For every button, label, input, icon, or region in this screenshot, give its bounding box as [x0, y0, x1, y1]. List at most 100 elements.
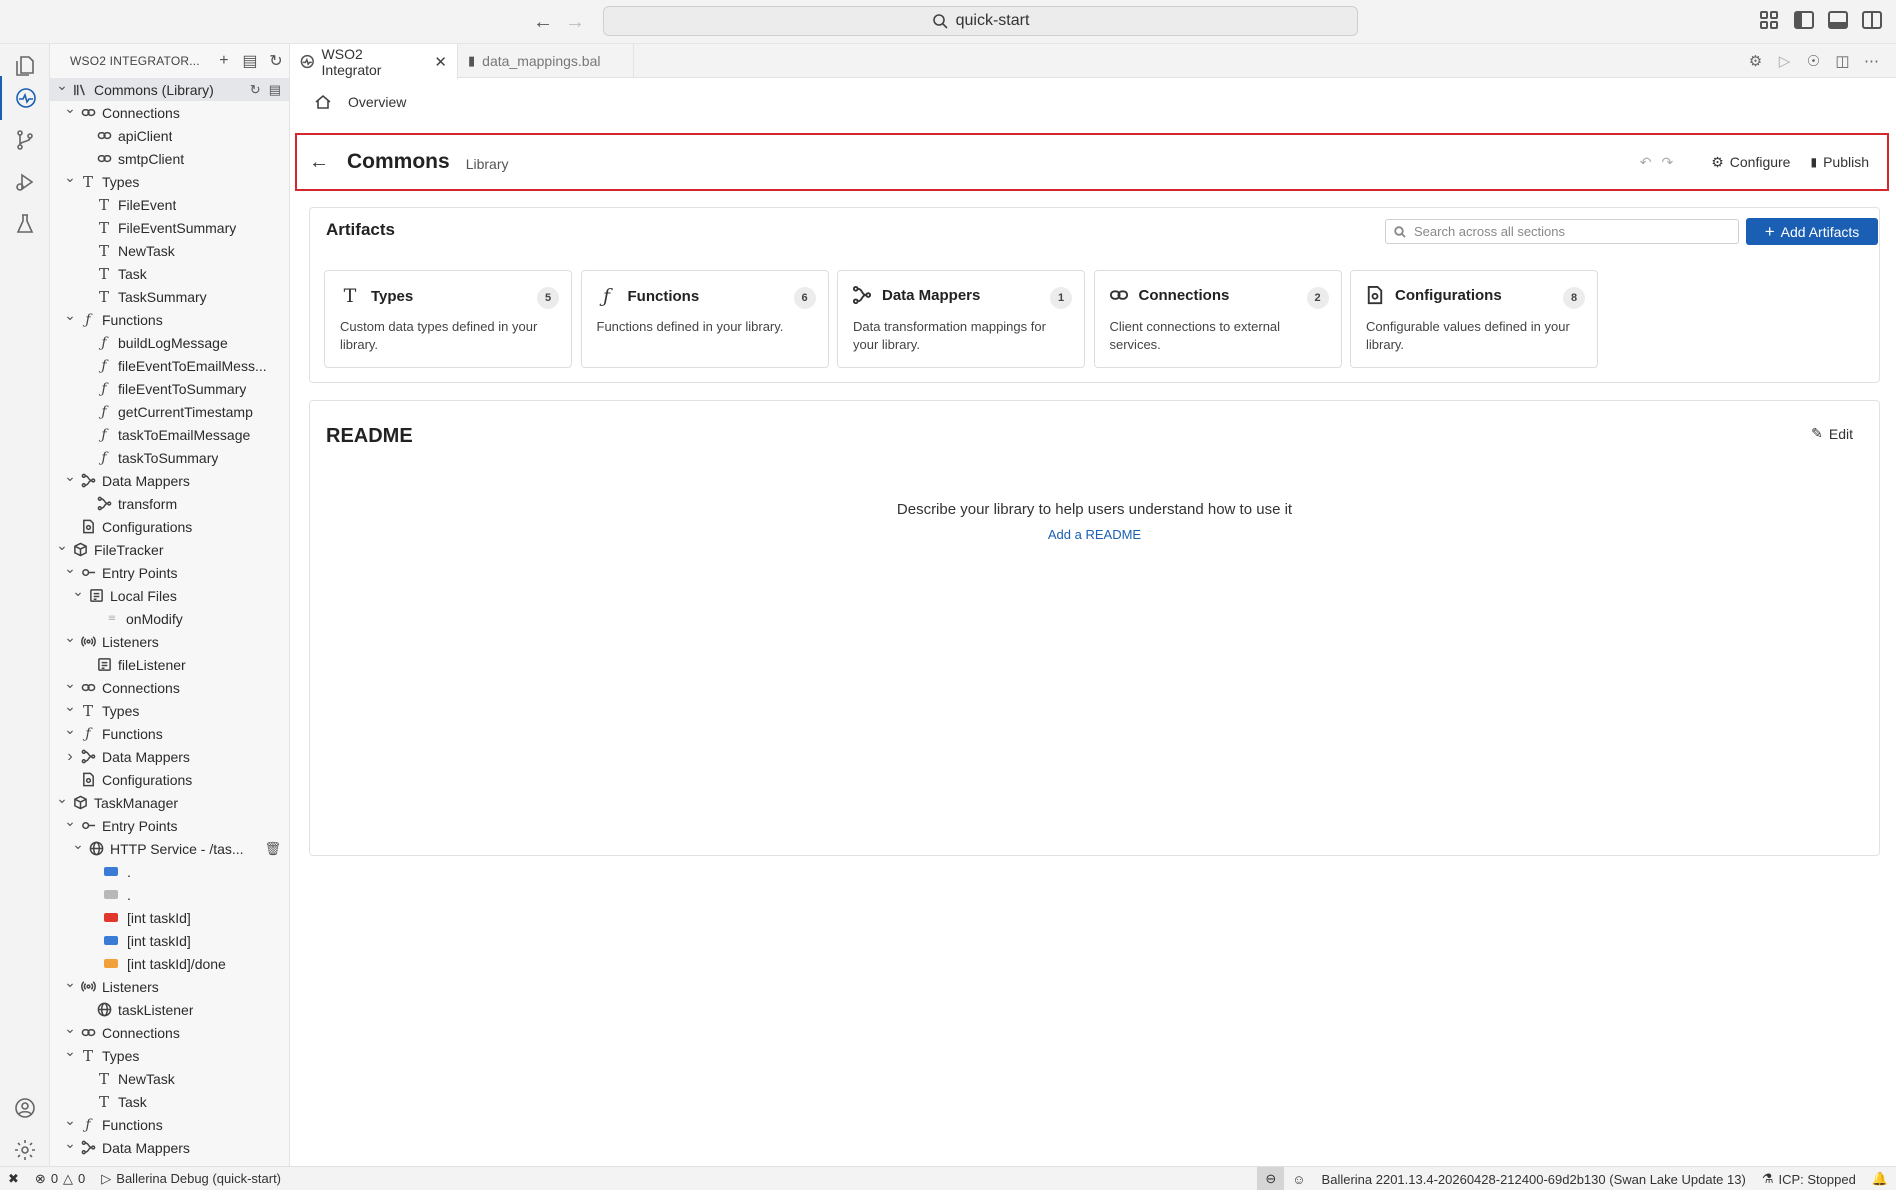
tree-item[interactable]: .: [50, 860, 289, 883]
remote-indicator[interactable]: ✖: [0, 1167, 27, 1190]
tree-item[interactable]: ⌄ Entry Points: [50, 813, 289, 837]
search-input[interactable]: Search across all sections: [1385, 219, 1739, 244]
tree-item[interactable]: ⌄ T Types: [50, 169, 289, 193]
tree-item[interactable]: ⌄ Connections: [50, 675, 289, 699]
add-readme-link[interactable]: Add a README: [310, 527, 1879, 542]
tree-item[interactable]: ⌄ FileTracker: [50, 537, 289, 561]
chevron-down-icon[interactable]: ⌄: [64, 100, 76, 117]
tree-item[interactable]: ⌄ Data Mappers: [50, 468, 289, 492]
chevron-down-icon[interactable]: ⌄: [64, 307, 76, 324]
chevron-down-icon[interactable]: ⌄: [56, 790, 68, 807]
artifact-tile-types[interactable]: T Types 5 Custom data types defined in your…: [324, 270, 572, 368]
close-icon[interactable]: ✕: [434, 53, 447, 71]
chevron-down-icon[interactable]: ⌄: [64, 721, 76, 738]
tree-item[interactable]: ⌄ Connections: [50, 1020, 289, 1044]
tree-item[interactable]: ⌄ ƒ Functions: [50, 1112, 289, 1136]
redo-icon[interactable]: ↷: [1661, 154, 1673, 171]
chevron-down-icon[interactable]: ⌄: [64, 1043, 76, 1060]
chevron-right-icon[interactable]: ›: [64, 748, 76, 766]
tree-item[interactable]: ⌄ Commons (Library) ↻ ▤: [50, 77, 289, 101]
accounts-icon[interactable]: [0, 1086, 50, 1130]
tab-data-mappings[interactable]: ▮ data_mappings.bal: [458, 44, 634, 78]
chevron-down-icon[interactable]: ⌄: [64, 560, 76, 577]
publish-button[interactable]: ▮ Publish: [1810, 154, 1869, 170]
chevron-down-icon[interactable]: ⌄: [72, 583, 84, 600]
chevron-down-icon[interactable]: ⌄: [64, 698, 76, 715]
more-actions-icon[interactable]: ⋯: [1863, 52, 1880, 70]
tree-item[interactable]: ƒ getCurrentTimestamp: [50, 400, 289, 423]
artifact-tile-configurations[interactable]: Configurations 8 Configurable values defin…: [1350, 270, 1598, 368]
tree-item[interactable]: [int taskId]: [50, 929, 289, 952]
tree-item[interactable]: ≡ onModify: [50, 607, 289, 630]
tree-item[interactable]: [int taskId]: [50, 906, 289, 929]
chevron-down-icon[interactable]: ⌄: [72, 836, 84, 853]
trash-icon[interactable]: 🗑: [264, 841, 281, 857]
artifact-tile-data-mappers[interactable]: Data Mappers 1 Data transformation mapping…: [837, 270, 1085, 368]
copilot-status[interactable]: ☺: [1284, 1167, 1313, 1190]
tree-item[interactable]: apiClient: [50, 124, 289, 147]
tree-item[interactable]: ⌄ Local Files: [50, 583, 289, 607]
tree-item[interactable]: ⌄ ƒ Functions: [50, 307, 289, 331]
testing-icon[interactable]: [0, 202, 50, 246]
toggle-panel-icon[interactable]: [1828, 11, 1848, 29]
tree-item[interactable]: taskListener: [50, 998, 289, 1021]
tree-item[interactable]: T NewTask: [50, 1067, 289, 1090]
toggle-primary-sidebar-icon[interactable]: [1794, 11, 1814, 29]
add-icon[interactable]: +: [211, 52, 237, 70]
tree-item[interactable]: › Data Mappers: [50, 745, 289, 768]
tree-item[interactable]: ⌄ Listeners: [50, 629, 289, 653]
tree-item[interactable]: ⌄ T Types: [50, 698, 289, 722]
home-icon[interactable]: [314, 93, 332, 111]
tree-item[interactable]: T NewTask: [50, 239, 289, 262]
split-editor-icon[interactable]: ◫: [1834, 52, 1851, 70]
tree-item[interactable]: T FileEvent: [50, 193, 289, 216]
tree-item[interactable]: transform: [50, 492, 289, 515]
tree-item[interactable]: ƒ fileEventToEmailMess...: [50, 354, 289, 377]
tree-item[interactable]: ⌄ Listeners: [50, 974, 289, 998]
refresh-icon[interactable]: ↻: [263, 51, 289, 71]
chevron-down-icon[interactable]: ⌄: [56, 77, 68, 94]
tree-item[interactable]: ⌄ Connections: [50, 100, 289, 124]
add-artifacts-button[interactable]: + Add Artifacts: [1746, 218, 1878, 245]
customize-layout-icon[interactable]: [1760, 11, 1780, 29]
chevron-down-icon[interactable]: ⌄: [56, 537, 68, 554]
chevron-down-icon[interactable]: ⌄: [64, 629, 76, 646]
tree-item[interactable]: Configurations: [50, 768, 289, 791]
artifact-tile-functions[interactable]: ƒ Functions 6 Functions defined in your lib…: [580, 270, 829, 368]
edit-readme-button[interactable]: ✎ Edit: [1811, 425, 1853, 442]
refresh-icon[interactable]: ↻: [250, 82, 261, 98]
tree-item[interactable]: ƒ taskToSummary: [50, 446, 289, 469]
chevron-down-icon[interactable]: ⌄: [64, 1135, 76, 1152]
undo-icon[interactable]: ↶: [1640, 154, 1652, 171]
forward-arrow-icon[interactable]: →: [563, 10, 587, 34]
tree-item[interactable]: T TaskSummary: [50, 285, 289, 308]
tree-item[interactable]: ⌄ HTTP Service - /tas... 🗑: [50, 836, 289, 860]
tree-item[interactable]: ƒ buildLogMessage: [50, 331, 289, 354]
tree-item[interactable]: smtpClient: [50, 147, 289, 170]
tree-item[interactable]: ⌄ Data Mappers: [50, 1135, 289, 1159]
new-project-icon[interactable]: ▤: [237, 51, 263, 71]
back-arrow-icon[interactable]: ←: [309, 151, 329, 174]
run-icon[interactable]: ▷: [1776, 52, 1793, 70]
overview-link[interactable]: Overview: [348, 94, 406, 110]
debug-icon[interactable]: ☉: [1805, 52, 1822, 70]
open-overview-icon[interactable]: ▤: [269, 82, 281, 98]
tree-item[interactable]: [int taskId]/done: [50, 952, 289, 975]
tab-wso2-integrator[interactable]: WSO2 Integrator ✕: [290, 44, 458, 79]
tree-item[interactable]: T Task: [50, 262, 289, 285]
wso2-integrator-icon[interactable]: [0, 76, 50, 120]
tree-item[interactable]: ⌄ ƒ Functions: [50, 721, 289, 745]
tree-item[interactable]: ƒ fileEventToSummary: [50, 377, 289, 400]
chevron-down-icon[interactable]: ⌄: [64, 675, 76, 692]
ballerina-version[interactable]: Ballerina 2201.13.4-20260428-212400-69d2…: [1314, 1167, 1754, 1190]
problems-indicator[interactable]: ⊗ 0 △ 0: [27, 1167, 93, 1190]
run-debug-icon[interactable]: [0, 160, 50, 204]
tree-item[interactable]: ⌄ T Types: [50, 1043, 289, 1067]
chevron-down-icon[interactable]: ⌄: [64, 1020, 76, 1037]
tree-item[interactable]: T Task: [50, 1090, 289, 1113]
zoom-indicator[interactable]: ⊖: [1257, 1167, 1285, 1190]
artifact-tile-connections[interactable]: Connections 2 Client connections to extern…: [1093, 270, 1342, 368]
source-control-icon[interactable]: [0, 118, 50, 162]
tree-item[interactable]: T FileEventSummary: [50, 216, 289, 239]
copilot-icon[interactable]: ⚙: [1747, 52, 1764, 70]
